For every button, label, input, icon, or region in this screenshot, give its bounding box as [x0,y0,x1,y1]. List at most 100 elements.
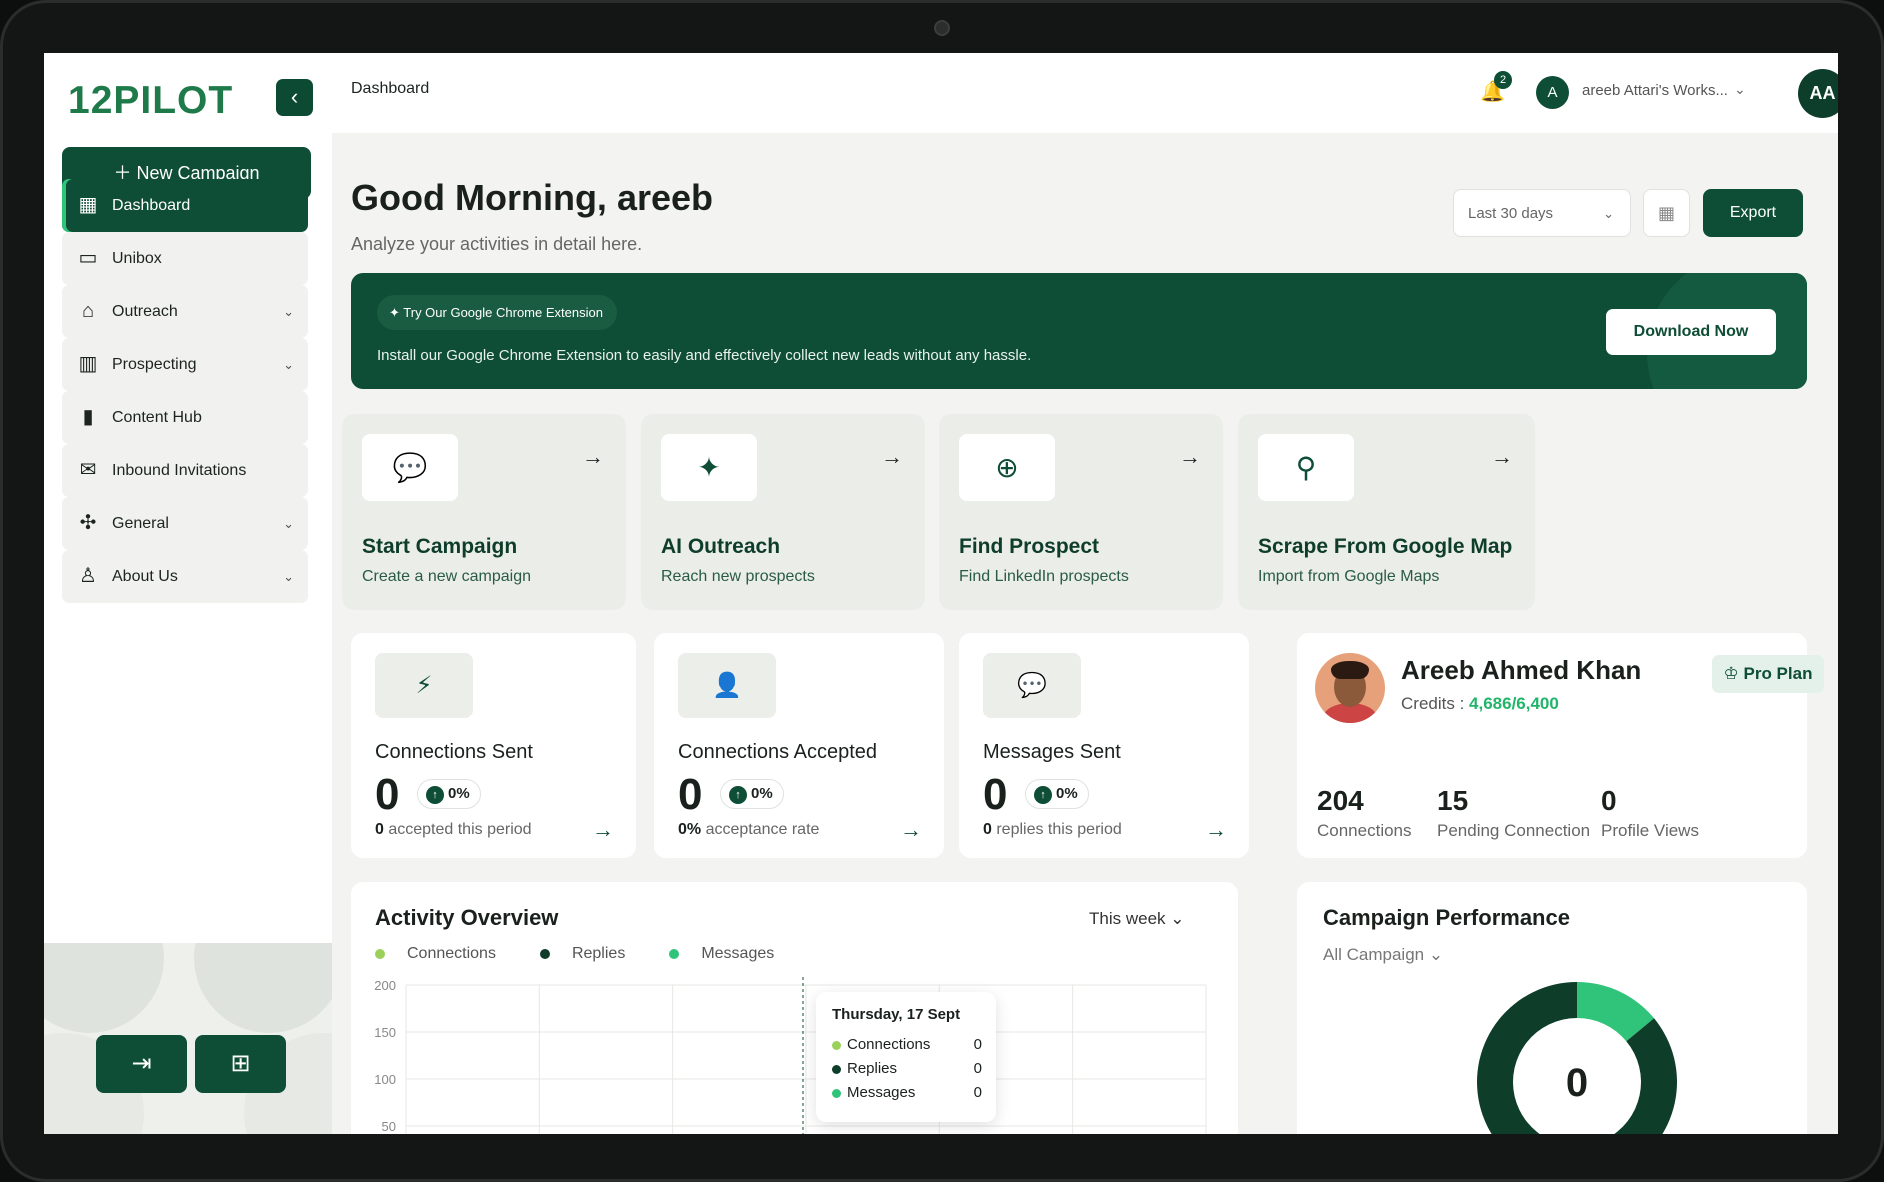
decorative-pattern [44,943,332,1134]
quick-action-subtitle: Import from Google Maps [1258,568,1440,585]
quick-action-start-campaign[interactable]: 💬 → Start Campaign Create a new campaign [342,414,626,610]
stat-title: Connections Sent [375,741,533,763]
logout-icon: ⇥ [131,1050,152,1077]
calendar-icon[interactable]: ▦ [1643,189,1690,237]
outreach-icon: ⌂ [81,300,95,322]
profile-stat-connections: 204 Connections [1317,785,1412,841]
plus-circle-icon: ⊕ [959,434,1055,501]
message-icon: 💬 [983,653,1081,718]
workspace-avatar[interactable]: A [1536,76,1569,109]
arrow-right-icon[interactable]: → [900,817,922,843]
sidebar-item-content-hub[interactable]: ▮ Content Hub [62,391,308,444]
user-check-icon: 👤 [678,653,776,718]
chevron-down-icon[interactable]: ⌄ [1734,81,1746,98]
apps-button[interactable]: ⊞ [195,1035,286,1093]
sparkle-icon: ✦ [389,305,404,320]
legend-dot [832,1064,841,1074]
chat-icon: 💬 [362,434,458,501]
document-icon: ▮ [82,406,94,428]
sidebar-item-about-us[interactable]: ♙ About Us ⌄ [62,550,308,603]
profile-name: Areeb Ahmed Khan [1401,655,1642,685]
stat-footer: 0 replies this period [983,821,1122,838]
sidebar-item-prospecting[interactable]: ▥ Prospecting ⌄ [62,338,308,391]
sidebar-item-general[interactable]: ✣ General ⌄ [62,497,308,550]
donut-center-value: 0 [1566,1061,1588,1105]
export-button[interactable]: Export [1703,189,1803,237]
banner-text: Install our Google Chrome Extension to e… [377,347,1032,364]
workspace-name[interactable]: areeb Attari's Works... [1582,82,1728,99]
stat-title: Messages Sent [983,741,1121,763]
tooltip-row-connections: Connections 0 [832,1036,982,1053]
stat-value: 0 [983,770,1008,819]
sidebar-item-label: Outreach [112,303,178,320]
quick-action-scrape-from-google-map[interactable]: ⚲ → Scrape From Google Map Import from Goog… [1238,414,1535,610]
sidebar-item-label: Dashboard [112,197,191,214]
quick-action-subtitle: Reach new prospects [661,568,815,585]
quick-action-title: AI Outreach [661,535,781,558]
legend-dot [375,948,385,959]
stat-value: 0 [375,770,400,819]
quick-action-title: Start Campaign [362,535,518,558]
date-range-select[interactable]: Last 30 days ⌄ [1453,189,1631,237]
chevron-down-icon: ⌄ [283,516,294,531]
arrow-right-icon[interactable]: → [592,817,614,843]
legend-item-messages[interactable]: Messages [669,945,796,962]
y-tick-label: 200 [374,978,396,993]
donut-segment[interactable] [1477,982,1677,1134]
legend-dot [539,948,550,959]
logout-button[interactable]: ⇥ [96,1035,187,1093]
profile-stat-profile-views: 0 Profile Views [1601,785,1699,841]
legend-dot [669,948,680,959]
sidebar-item-outreach[interactable]: ⌂ Outreach ⌄ [62,285,308,338]
stat-change-badge: ↑ 0% [1025,779,1089,809]
performance-title: Campaign Performance [1323,905,1570,930]
sidebar-item-dashboard[interactable]: ▦ Dashboard [62,179,308,232]
profile-stat-value: 15 [1437,785,1469,816]
chevron-down-icon: ⌄ [283,569,294,584]
pro-plan-badge[interactable]: ♔ Pro Plan [1712,655,1824,693]
sidebar-item-unibox[interactable]: ▭ Unibox [62,232,308,285]
laptop-frame: 12PILOT ‹ ＋ New Campaign ▦ Dashboard ▭ Unib… [0,0,1884,1182]
legend-item-connections[interactable]: Connections [375,945,518,962]
sidebar-item-label: Prospecting [112,356,197,373]
crown-icon: ♔ [1723,664,1744,683]
chrome-extension-banner: ✦ Try Our Google Chrome Extension Instal… [351,273,1807,389]
stat-card-messages-sent: 💬 Messages Sent 0 ↑ 0% 0 replies this period → [959,633,1249,858]
arrow-right-icon: → [881,444,903,469]
legend-item-replies[interactable]: Replies [539,945,647,962]
user-avatar[interactable]: AA [1798,69,1838,118]
sidebar-item-inbound-invitations[interactable]: ✉ Inbound Invitations [62,444,308,497]
performance-donut: 0 [1477,982,1677,1134]
banner-pill: ✦ Try Our Google Chrome Extension [377,295,617,330]
chart-legend: Connections Replies Messages [375,945,818,963]
download-now-button[interactable]: Download Now [1606,309,1776,355]
y-tick-label: 50 [382,1119,396,1134]
stat-change-badge: ↑ 0% [720,779,784,809]
stat-value: 0 [678,770,703,819]
quick-action-find-prospect[interactable]: ⊕ → Find Prospect Find LinkedIn prospects [939,414,1223,610]
arrow-right-icon[interactable]: → [1205,817,1227,843]
invite-icon: ✉ [79,459,97,481]
chevron-left-icon[interactable]: ‹ [276,79,313,116]
activity-title: Activity Overview [375,905,559,930]
campaign-filter-select[interactable]: All Campaign ⌄ [1323,945,1443,965]
sparkle-icon: ✦ [661,434,757,501]
profile-card: Areeb Ahmed Khan Credits : 4,686/6,400 ♔… [1297,633,1824,858]
quick-action-ai-outreach[interactable]: ✦ → AI Outreach Reach new prospects [641,414,925,610]
chart-tooltip: Thursday, 17 Sept Connections 0 Replies 0 Me… [816,992,996,1122]
grid-icon: ▦ [78,194,98,216]
period-select[interactable]: This week ⌄ [1089,909,1185,929]
chevron-down-icon: ⌄ [1603,206,1614,221]
tooltip-row-replies: Replies 0 [832,1060,982,1077]
legend-dot [832,1088,841,1098]
network-icon: ✣ [79,512,97,534]
page-subtitle: Analyze your activities in detail here. [351,234,643,254]
tooltip-date: Thursday, 17 Sept [832,1006,961,1023]
stat-change-badge: ↑ 0% [417,779,481,809]
y-tick-label: 100 [374,1072,396,1087]
plug-icon: ⚡ [375,653,473,718]
map-pin-icon: ⚲ [1258,434,1354,501]
activity-overview-card: Activity Overview This week ⌄ Connection… [351,882,1238,1134]
profile-credits: Credits : 4,686/6,400 [1401,694,1559,713]
notification-badge: 2 [1494,71,1512,89]
